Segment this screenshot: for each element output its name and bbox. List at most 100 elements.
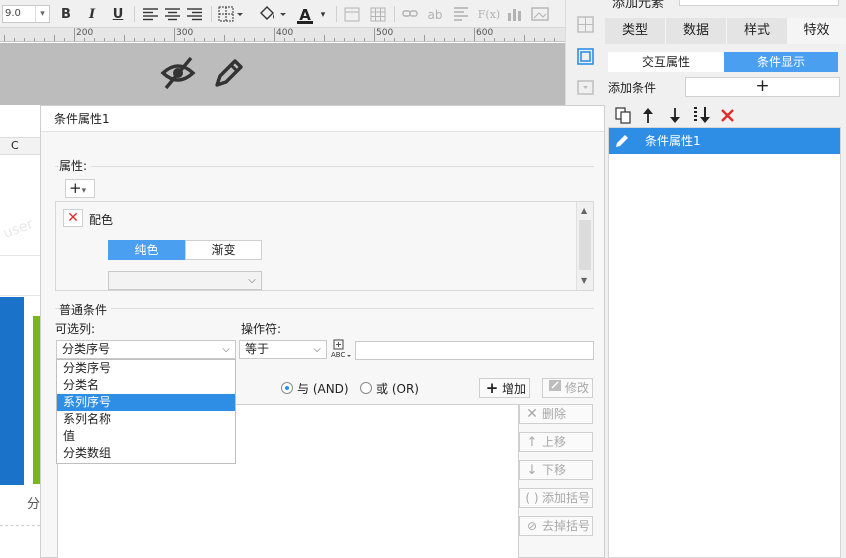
toolbar-divider [394, 6, 395, 22]
arrow-down-icon: ↓ [526, 463, 538, 478]
underline-button[interactable]: U [110, 5, 126, 25]
remove-property-icon[interactable]: ✕ [63, 209, 83, 227]
dropdown-option-selected[interactable]: 系列序号 [57, 394, 235, 411]
dialog-title: 条件属性1 [41, 106, 604, 132]
tab-data[interactable]: 数据 [666, 18, 727, 44]
move-down-button[interactable]: ↓ 下移 [519, 460, 593, 480]
align-left-icon[interactable] [143, 8, 159, 21]
scroll-thumb [579, 220, 591, 270]
add-element-label: 添加元素 [612, 0, 665, 11]
column-dropdown-list[interactable]: 分类序号 分类名 系列序号 系列名称 值 分类数组 [56, 359, 236, 464]
dropdown-option[interactable]: 分类序号 [57, 360, 235, 377]
dropdown-option[interactable]: 系列名称 [57, 411, 235, 428]
ruler-label: 300 [176, 28, 194, 38]
or-radio[interactable] [360, 382, 372, 394]
tab-gradient[interactable]: 渐变 [185, 240, 262, 260]
add-condition-label: 添加条件 [608, 81, 657, 95]
merge-cells-icon[interactable] [344, 7, 360, 22]
copy-icon[interactable] [615, 107, 632, 124]
italic-button[interactable]: I [84, 5, 100, 25]
condition-list-panel[interactable]: 条件属性1 [608, 127, 841, 558]
edit-pencil-icon[interactable] [211, 57, 245, 89]
tab-solid-color[interactable]: 纯色 [108, 240, 185, 260]
align-center-icon[interactable] [165, 8, 181, 21]
scroll-down-icon: ▼ [581, 276, 588, 285]
dropdown-widget-icon[interactable] [577, 80, 594, 95]
column-select[interactable]: 分类序号 ⌵ [56, 340, 236, 359]
align-right-icon[interactable] [187, 8, 203, 21]
text-color-swatch [297, 21, 313, 24]
and-radio[interactable] [281, 382, 293, 394]
remove-bracket-icon: ⊘ [526, 519, 538, 533]
add-bracket-button[interactable]: ( ) 添加括号 [519, 488, 593, 508]
tab-style[interactable]: 样式 [727, 18, 788, 44]
add-property-button[interactable]: +▾ [65, 179, 95, 198]
move-down-icon[interactable] [668, 107, 682, 124]
subtab-condition-display[interactable]: 条件显示 [724, 52, 838, 72]
image-icon[interactable] [531, 7, 549, 22]
subtab-interaction[interactable]: 交互属性 [608, 52, 724, 72]
watermark-text: user [1, 216, 36, 242]
operator-select[interactable]: 等于 ⌵ [239, 340, 327, 359]
property-scrollbar[interactable]: ▲ ▼ [576, 202, 593, 290]
font-size-select[interactable]: 9.0 ▾ [2, 5, 50, 23]
add-condition-plus-button[interactable]: + [685, 77, 840, 97]
widget-frame-icon[interactable] [577, 48, 594, 65]
condition-item-label: 条件属性1 [645, 134, 701, 148]
add-condition-button[interactable]: + 增加 [479, 378, 530, 398]
toolbar-divider [211, 6, 212, 22]
move-bottom-icon[interactable] [692, 106, 712, 125]
border-icon[interactable] [218, 6, 244, 22]
text-format-button[interactable]: ab [424, 5, 446, 25]
and-radio-label: 与 (AND) [297, 382, 349, 396]
axis-label-fragment: 分 [27, 497, 41, 512]
toolbar-divider [336, 6, 337, 22]
chevron-down-icon: ⌵ [313, 344, 321, 355]
format-toolbar: 9.0 ▾ B I U A ▾ ab F(x) [0, 0, 565, 28]
edit-icon [547, 379, 563, 397]
chevron-down-icon: ▾ [81, 186, 87, 196]
ruler-label: 500 [376, 28, 394, 38]
ruler-label: 200 [76, 28, 94, 38]
report-preview: C user 分 [0, 105, 40, 558]
remove-bracket-button[interactable]: ⊘ 去掉括号 [519, 516, 593, 536]
dropdown-option[interactable]: 分类名 [57, 377, 235, 394]
dropdown-option[interactable]: 值 [57, 428, 235, 445]
arrow-up-icon: ↑ [526, 435, 538, 450]
move-up-icon[interactable] [641, 107, 655, 124]
toolbar-divider [134, 6, 135, 22]
column-label: 可选列: [55, 322, 96, 336]
font-size-value: 9.0 [5, 8, 21, 19]
condition-item-selected[interactable]: 条件属性1 [609, 128, 840, 154]
paragraph-icon[interactable] [453, 7, 469, 21]
formula-abc-icon[interactable]: ABC [331, 339, 351, 359]
grid-icon[interactable] [370, 7, 386, 22]
bold-button[interactable]: B [58, 5, 74, 25]
fill-color-icon[interactable] [258, 5, 288, 23]
dropdown-option[interactable]: 分类数组 [57, 445, 235, 462]
move-up-button[interactable]: ↑ 上移 [519, 432, 593, 452]
chevron-down-icon[interactable]: ▾ [318, 5, 328, 25]
eye-off-icon[interactable] [160, 56, 196, 90]
tab-effects[interactable]: 特效 [788, 18, 846, 44]
color-scheme-select[interactable]: ⌵ [108, 271, 262, 290]
chart-icon[interactable] [507, 7, 523, 21]
add-element-button[interactable] [679, 0, 839, 6]
delete-button[interactable]: ✕ 删除 [519, 404, 593, 424]
condition-value-input[interactable] [355, 341, 594, 360]
delete-icon[interactable] [720, 108, 735, 123]
tab-type[interactable]: 类型 [605, 18, 666, 44]
ruler-label: 400 [276, 28, 294, 38]
modify-condition-button[interactable]: 修改 [542, 378, 593, 398]
ruler-label: 600 [476, 28, 494, 38]
bracket-icon: ( ) [525, 491, 539, 505]
edit-pencil-icon[interactable] [614, 133, 630, 149]
operator-label: 操作符: [241, 322, 282, 336]
chart-bar-green [33, 316, 40, 484]
grid-icon[interactable] [577, 16, 594, 33]
chart-bar-blue [0, 297, 24, 485]
column-header: C [0, 137, 40, 155]
link-icon[interactable] [402, 8, 418, 20]
formula-button[interactable]: F(x) [477, 5, 501, 25]
plus-icon: + [485, 379, 499, 397]
